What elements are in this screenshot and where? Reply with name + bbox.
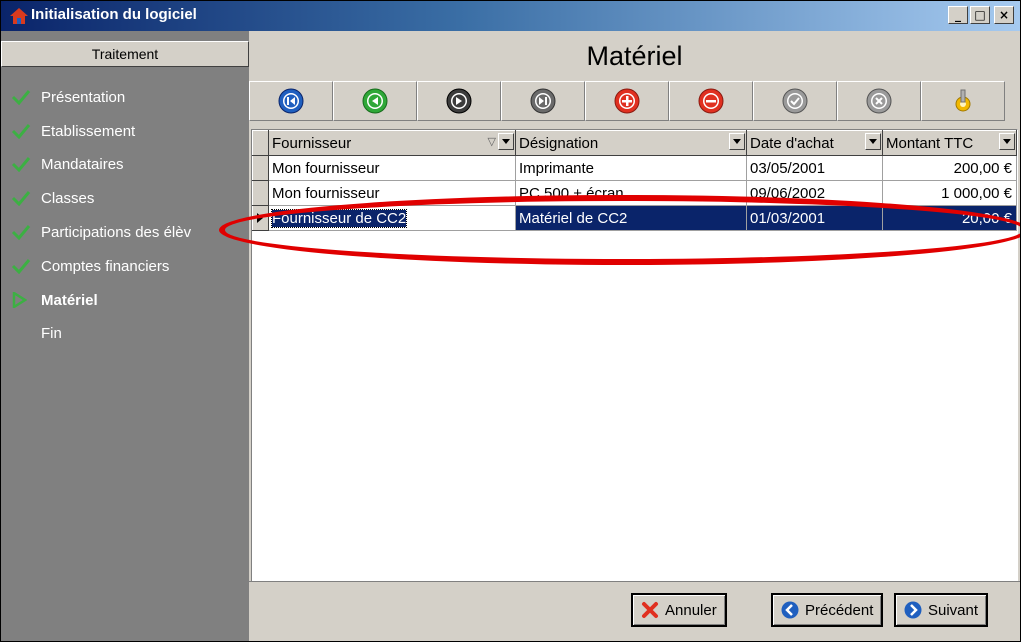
column-dropdown-button[interactable] bbox=[498, 133, 514, 150]
sidebar-item[interactable]: Matériel bbox=[11, 289, 98, 311]
page-title: Matériel bbox=[586, 41, 683, 71]
sidebar-item-label: Mandataires bbox=[41, 155, 124, 173]
next-record-button[interactable] bbox=[417, 81, 501, 121]
home-icon bbox=[10, 8, 28, 24]
previous-record-icon bbox=[362, 88, 388, 114]
sidebar-item-label: Classes bbox=[41, 189, 95, 207]
last-record-icon bbox=[530, 88, 556, 114]
first-record-button[interactable] bbox=[249, 81, 333, 121]
table-cell[interactable]: 03/05/2001 bbox=[746, 155, 883, 181]
arrow-left-icon bbox=[781, 601, 799, 619]
table-cell[interactable]: 09/06/2002 bbox=[746, 180, 883, 206]
table-cell[interactable]: 1 000,00 € bbox=[882, 180, 1017, 206]
settings-icon bbox=[955, 89, 971, 112]
sidebar-item[interactable]: Participations des élèv bbox=[11, 221, 191, 243]
table-cell[interactable]: 200,00 € bbox=[882, 155, 1017, 181]
column-dropdown-button[interactable] bbox=[865, 133, 881, 150]
table-cell[interactable]: 20,00 € bbox=[882, 205, 1017, 231]
footer-bar: Annuler Précédent Suivant bbox=[249, 581, 1020, 641]
table-cell[interactable]: Mon fournisseur bbox=[268, 155, 516, 181]
column-dropdown-button[interactable] bbox=[729, 133, 745, 150]
sidebar: Traitement Présentation Etablissement Mand… bbox=[1, 31, 249, 641]
sidebar-item[interactable]: Fin bbox=[11, 322, 62, 344]
sidebar-item-label: Présentation bbox=[41, 88, 126, 106]
table-cell[interactable]: 01/03/2001 bbox=[746, 205, 883, 231]
sidebar-item[interactable]: Comptes financiers bbox=[11, 255, 169, 277]
close-button[interactable]: × bbox=[994, 6, 1014, 24]
main-window: Initialisation du logiciel _ □ × Traitem… bbox=[0, 0, 1021, 642]
previous-record-button[interactable] bbox=[333, 81, 417, 121]
checkmark-icon bbox=[11, 121, 37, 141]
first-record-icon bbox=[278, 88, 304, 114]
row-indicator-header bbox=[252, 130, 269, 156]
maximize-button[interactable]: □ bbox=[970, 6, 990, 24]
cancel-edit-icon bbox=[866, 88, 892, 114]
arrow-right-icon bbox=[904, 601, 922, 619]
row-indicator bbox=[252, 155, 269, 181]
sidebar-item[interactable]: Présentation bbox=[11, 86, 125, 108]
next-record-icon bbox=[446, 88, 472, 114]
table-cell[interactable]: Mon fournisseur bbox=[268, 180, 516, 206]
checkmark-icon bbox=[11, 222, 37, 242]
table-cell[interactable]: Fournisseur de CC2 bbox=[268, 205, 516, 231]
cancel-button[interactable]: Annuler bbox=[631, 593, 727, 627]
table-cell[interactable]: Imprimante bbox=[515, 155, 747, 181]
record-navigator bbox=[249, 81, 1020, 121]
minimize-button[interactable]: _ bbox=[948, 6, 968, 24]
next-button[interactable]: Suivant bbox=[894, 593, 989, 627]
previous-button[interactable]: Précédent bbox=[771, 593, 884, 627]
window-title: Initialisation du logiciel bbox=[31, 6, 197, 23]
column-header-montant[interactable]: Montant TTC bbox=[882, 130, 1017, 156]
add-record-icon bbox=[614, 88, 640, 114]
validate-button[interactable] bbox=[753, 81, 837, 121]
column-dropdown-button[interactable] bbox=[999, 133, 1015, 150]
row-indicator bbox=[252, 180, 269, 206]
main-panel: Matériel Fournisseur ▽ Désignation Date d… bbox=[249, 31, 1020, 641]
checkmark-icon bbox=[11, 87, 37, 107]
play-arrow-icon bbox=[11, 290, 37, 310]
settings-button[interactable] bbox=[921, 81, 1005, 121]
table-cell[interactable]: Matériel de CC2 bbox=[515, 205, 747, 231]
validate-icon bbox=[782, 88, 808, 114]
sidebar-item-label: Etablissement bbox=[41, 122, 136, 140]
table-row[interactable]: Fournisseur de CC2 Matériel de CC2 01/03/2… bbox=[252, 205, 1017, 231]
sidebar-header: Traitement bbox=[1, 41, 249, 67]
checkmark-icon bbox=[11, 188, 37, 208]
table-row[interactable]: Mon fournisseur Imprimante 03/05/2001 200,0… bbox=[252, 155, 1017, 181]
empty-icon bbox=[11, 323, 37, 343]
checkmark-icon bbox=[11, 154, 37, 174]
sidebar-item-label: Comptes financiers bbox=[41, 257, 170, 275]
sort-icon: ▽ bbox=[487, 136, 496, 148]
checkmark-icon bbox=[11, 256, 37, 276]
table-row[interactable]: Mon fournisseur PC 500 + écran 09/06/2002 1… bbox=[252, 180, 1017, 206]
last-record-button[interactable] bbox=[501, 81, 585, 121]
cancel-edit-button[interactable] bbox=[837, 81, 921, 121]
title-bar: Initialisation du logiciel _ □ × bbox=[1, 1, 1020, 31]
sidebar-item[interactable]: Mandataires bbox=[11, 153, 124, 175]
delete-record-button[interactable] bbox=[669, 81, 753, 121]
sidebar-item[interactable]: Etablissement bbox=[11, 120, 135, 142]
sidebar-item[interactable]: Classes bbox=[11, 187, 94, 209]
data-grid[interactable]: Fournisseur ▽ Désignation Date d'achat Mo… bbox=[251, 129, 1018, 605]
column-header-designation[interactable]: Désignation bbox=[515, 130, 747, 156]
delete-record-icon bbox=[698, 88, 724, 114]
add-record-button[interactable] bbox=[585, 81, 669, 121]
column-header-date[interactable]: Date d'achat bbox=[746, 130, 883, 156]
sidebar-item-label: Fin bbox=[41, 324, 62, 342]
cross-icon bbox=[641, 601, 659, 619]
current-row-pointer-icon bbox=[257, 213, 263, 223]
sidebar-item-label: Matériel bbox=[41, 291, 98, 309]
table-cell[interactable]: PC 500 + écran bbox=[515, 180, 747, 206]
sidebar-item-label: Participations des élèv bbox=[41, 223, 192, 241]
column-header-fournisseur[interactable]: Fournisseur ▽ bbox=[268, 130, 516, 156]
row-indicator bbox=[252, 205, 269, 231]
